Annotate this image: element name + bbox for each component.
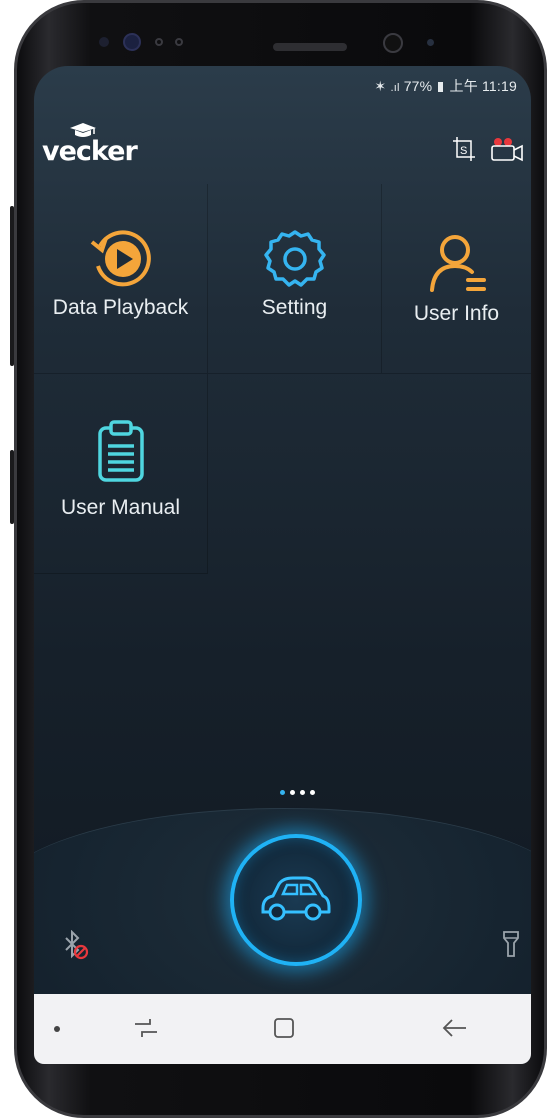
- earpiece-speaker: [273, 43, 347, 51]
- car-connect-button[interactable]: [230, 834, 362, 966]
- menu-item-label: Setting: [261, 296, 328, 319]
- clipboard-icon: [97, 420, 144, 482]
- sensor-dot: [175, 38, 183, 46]
- back-icon[interactable]: [440, 1014, 468, 1042]
- proximity-sensor: [123, 33, 141, 51]
- clock: 上午 11:19: [449, 78, 517, 94]
- bluetooth-icon: ✶: [374, 78, 387, 94]
- menu-item-user-manual[interactable]: User Manual: [34, 374, 208, 574]
- playback-icon: [90, 230, 151, 287]
- screenshot-icon[interactable]: S: [452, 136, 476, 162]
- menu-item-label: User Info: [413, 302, 500, 325]
- page-dot[interactable]: [300, 790, 305, 795]
- app-logo: vecker: [42, 136, 138, 167]
- battery-percent: 77%: [403, 78, 433, 94]
- nav-dot: [54, 1026, 60, 1032]
- recent-apps-icon[interactable]: [132, 1014, 160, 1042]
- page-dot[interactable]: [290, 790, 295, 795]
- recording-camera-icon[interactable]: [490, 136, 524, 162]
- top-bezel: [77, 27, 497, 67]
- gear-icon: [263, 230, 326, 287]
- system-nav-bar: [34, 994, 531, 1064]
- home-icon[interactable]: [270, 1014, 298, 1042]
- menu-item-user-info[interactable]: User Info: [382, 184, 531, 374]
- car-icon: [261, 876, 331, 921]
- app-screen: ✶ .ıl 77% 上午 11:19 vecker S Data Playbac…: [34, 66, 531, 1064]
- menu-item-label: User Manual: [60, 496, 181, 519]
- front-camera: [383, 33, 403, 53]
- battery-icon: [438, 82, 444, 92]
- page-dot[interactable]: [280, 790, 285, 795]
- page-dot[interactable]: [310, 790, 315, 795]
- feature-grid: Data Playback Setting User Info User Man…: [34, 184, 531, 574]
- signal-icon: .ıl: [390, 82, 400, 94]
- menu-item-setting[interactable]: Setting: [208, 184, 382, 374]
- status-bar: ✶ .ıl 77% 上午 11:19: [374, 76, 517, 96]
- iris-sensor: [99, 37, 109, 47]
- user-info-icon: [429, 235, 486, 292]
- page-indicator: [280, 782, 320, 800]
- app-header: vecker S: [34, 114, 531, 184]
- svg-text:S: S: [460, 145, 467, 157]
- menu-item-data-playback[interactable]: Data Playback: [34, 184, 208, 374]
- sensor-dot: [155, 38, 163, 46]
- sensor-dot: [427, 39, 434, 46]
- flashlight-icon[interactable]: [502, 930, 520, 958]
- menu-item-label: Data Playback: [52, 296, 189, 319]
- bluetooth-disabled-icon[interactable]: [62, 930, 90, 960]
